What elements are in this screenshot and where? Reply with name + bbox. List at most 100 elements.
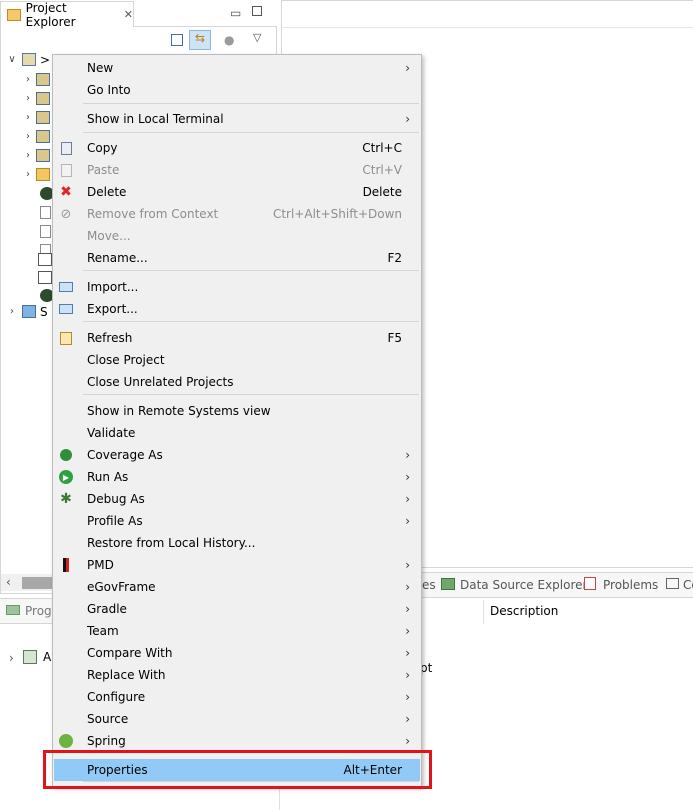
project-explorer-tab[interactable]: Project Explorer ✕ (0, 1, 134, 29)
tree-item[interactable] (0, 222, 51, 241)
menu-item-profile-as[interactable]: Profile As › (54, 510, 420, 532)
close-tab-icon[interactable]: ✕ (124, 8, 133, 21)
tree-item[interactable]: › (0, 70, 50, 89)
menu-item-export[interactable]: Export... (54, 298, 420, 320)
file-icon (40, 225, 51, 238)
menu-separator (83, 132, 419, 133)
submenu-arrow-icon: › (405, 712, 410, 726)
menu-item-label: Validate (87, 426, 136, 440)
scrollbar-thumb[interactable] (22, 577, 52, 589)
menu-item-debug-as[interactable]: ✱ Debug As › (54, 488, 420, 510)
progress-icon (6, 605, 20, 615)
filter-icon[interactable]: ● (224, 33, 234, 47)
menu-item-label: Run As (87, 470, 129, 484)
tree-item[interactable]: › (0, 165, 50, 184)
tree-item[interactable] (0, 203, 51, 222)
menu-item-import[interactable]: Import... (54, 276, 420, 298)
chevron-right-icon[interactable]: › (22, 150, 34, 161)
tree-item[interactable]: › S (0, 302, 48, 321)
menu-item-egovframe[interactable]: eGovFrame › (54, 576, 420, 598)
submenu-arrow-icon: › (405, 61, 410, 75)
paste-icon (58, 162, 74, 178)
menu-item-new[interactable]: New › (54, 57, 420, 79)
export-icon-glyph (59, 304, 73, 314)
menu-item-compare-with[interactable]: Compare With › (54, 642, 420, 664)
menu-item-configure[interactable]: Configure › (54, 686, 420, 708)
menu-item-pmd[interactable]: PMD › (54, 554, 420, 576)
menu-item-label: Team (87, 624, 119, 638)
paste-icon-glyph (60, 163, 72, 177)
table-header-divider (483, 600, 484, 624)
menu-item-paste[interactable]: Paste Ctrl+V (54, 159, 420, 181)
highlight-box (43, 750, 432, 789)
data-source-explorer-tab[interactable]: Data Source Explorer (460, 578, 587, 592)
maximize-icon[interactable] (252, 6, 262, 16)
menu-item-remove-from-context[interactable]: ⊘ Remove from Context Ctrl+Alt+Shift+Down (54, 203, 420, 225)
chevron-right-icon[interactable]: › (22, 74, 34, 85)
menu-item-copy[interactable]: Copy Ctrl+C (54, 137, 420, 159)
menu-separator (83, 321, 419, 322)
tree-item[interactable]: › (0, 146, 50, 165)
chevron-right-icon[interactable]: › (22, 169, 34, 180)
package-icon (36, 130, 50, 143)
menu-item-delete[interactable]: ✖ Delete Delete (54, 181, 420, 203)
menu-item-refresh[interactable]: Refresh F5 (54, 327, 420, 349)
menu-item-close-unrelated-projects[interactable]: Close Unrelated Projects (54, 371, 420, 393)
pmd-icon (58, 557, 74, 573)
menu-item-label: PMD (87, 558, 114, 572)
chevron-right-icon[interactable]: › (22, 93, 34, 104)
expand-chevron-icon[interactable]: ∨ (6, 54, 18, 65)
coverage-icon (58, 447, 74, 463)
collapse-all-icon[interactable] (171, 34, 183, 46)
tree-item[interactable]: › (0, 108, 50, 127)
chevron-right-icon[interactable]: › (9, 651, 14, 665)
remove-context-icon-glyph: ⊘ (60, 206, 72, 222)
chevron-right-icon[interactable]: › (22, 131, 34, 142)
chevron-right-icon[interactable]: › (6, 306, 18, 317)
link-editor-icon[interactable]: ⇆ (189, 30, 211, 50)
menu-item-team[interactable]: Team › (54, 620, 420, 642)
tree-item[interactable]: › (0, 89, 50, 108)
submenu-arrow-icon: › (405, 580, 410, 594)
context-menu: New › Go Into Show in Local Terminal › Copy Ct… (52, 54, 422, 787)
menu-item-spring[interactable]: Spring › (54, 730, 420, 752)
partial-tab-label[interactable]: es (422, 578, 436, 592)
tree-item[interactable] (0, 184, 54, 203)
menu-item-close-project[interactable]: Close Project (54, 349, 420, 371)
menu-item-run-as[interactable]: ▶ Run As › (54, 466, 420, 488)
menu-item-show-in-local-terminal[interactable]: Show in Local Terminal › (54, 108, 420, 130)
tree-item[interactable]: › (0, 127, 50, 146)
menu-item-show-in-remote-systems-view[interactable]: Show in Remote Systems view (54, 400, 420, 422)
remove-context-icon: ⊘ (58, 206, 74, 222)
menu-item-coverage-as[interactable]: Coverage As › (54, 444, 420, 466)
console-tab[interactable]: Co (683, 578, 693, 592)
view-menu-icon[interactable]: ▽ (253, 31, 261, 44)
pmd-icon-glyph (63, 558, 69, 572)
xml-file-icon (38, 253, 52, 266)
menu-item-replace-with[interactable]: Replace With › (54, 664, 420, 686)
menu-item-go-into[interactable]: Go Into (54, 79, 420, 101)
menu-item-label: Import... (87, 280, 139, 294)
tree-item[interactable] (0, 250, 52, 269)
menu-separator (83, 103, 419, 104)
menu-item-validate[interactable]: Validate (54, 422, 420, 444)
minimize-icon[interactable]: ▭ (230, 6, 241, 20)
menu-item-move[interactable]: Move... (54, 225, 420, 247)
problems-icon (584, 577, 596, 590)
menu-separator (83, 394, 419, 395)
run-icon-glyph: ▶ (59, 470, 73, 484)
menu-item-rename[interactable]: Rename... F2 (54, 247, 420, 269)
delete-icon-glyph: ✖ (60, 184, 72, 200)
chevron-right-icon[interactable]: › (22, 112, 34, 123)
tree-item[interactable] (0, 268, 52, 287)
menu-item-gradle[interactable]: Gradle › (54, 598, 420, 620)
menu-item-label: Refresh (87, 331, 133, 345)
tree-root-row[interactable]: ∨ > (0, 50, 50, 69)
menu-item-source[interactable]: Source › (54, 708, 420, 730)
description-column-header[interactable]: Description (490, 604, 558, 618)
bottom-left-item[interactable]: A (43, 650, 51, 664)
menu-item-restore-from-local-history[interactable]: Restore from Local History... (54, 532, 420, 554)
problems-tab[interactable]: Problems (603, 578, 658, 592)
menu-item-label: Spring (87, 734, 126, 748)
scroll-left-icon[interactable]: ‹ (6, 575, 11, 589)
